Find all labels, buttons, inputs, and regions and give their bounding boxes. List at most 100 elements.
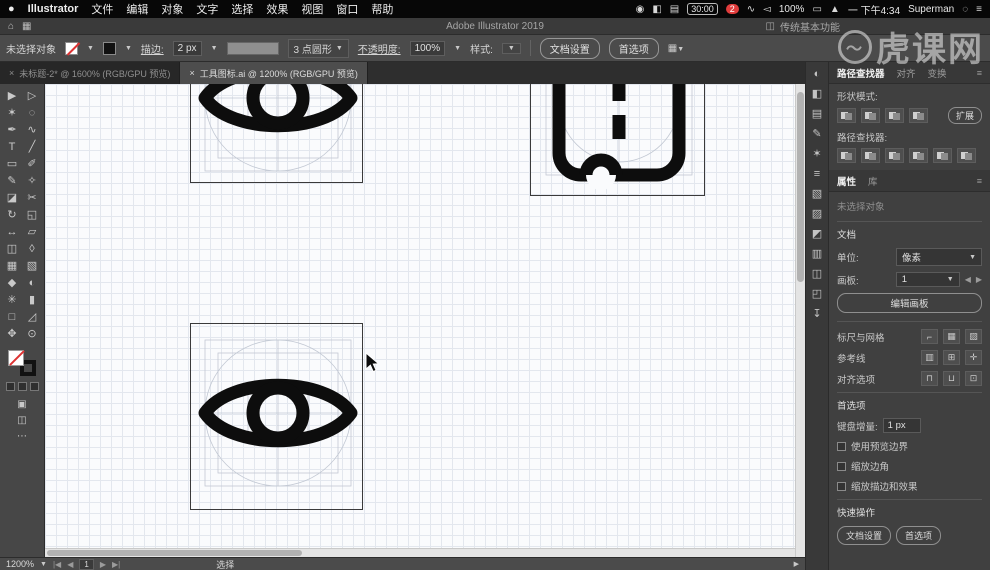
notification-badge[interactable]: 2 — [725, 4, 739, 14]
brushes-panel-icon[interactable]: ✎ — [812, 129, 821, 140]
zoom-level[interactable]: 1200% — [6, 559, 34, 569]
snap-to-grid-button[interactable]: ⊔ — [943, 371, 960, 386]
shape-builder-tool-icon[interactable]: ◫ — [2, 240, 22, 257]
column-graph-tool-icon[interactable]: ▮ — [22, 291, 42, 308]
direct-selection-tool-icon[interactable]: ▷ — [22, 87, 42, 104]
fill-swatch[interactable] — [65, 41, 78, 55]
prev-artboard-icon[interactable]: ◀ — [67, 560, 73, 569]
tab-libraries[interactable]: 库 — [868, 174, 878, 188]
transparency-grid-button[interactable]: ▨ — [965, 329, 982, 344]
workspace-switcher-icon[interactable]: ◫ — [766, 21, 775, 32]
divide-button[interactable] — [837, 148, 856, 163]
lock-guides-button[interactable]: ⊞ — [943, 350, 960, 365]
symbols-panel-icon[interactable]: ✶ — [812, 149, 821, 160]
panel-menu-icon[interactable]: ≡ — [977, 176, 982, 186]
selection-tool-icon[interactable]: ▶ — [2, 87, 22, 104]
slice-tool-icon[interactable]: ◿ — [22, 308, 42, 325]
status-options-icon[interactable]: ▶ — [794, 560, 799, 568]
snap-to-pixel-button[interactable]: ⊓ — [921, 371, 938, 386]
color-guide-panel-icon[interactable]: ◧ — [812, 89, 822, 100]
next-artboard-button[interactable]: ▶ — [976, 275, 982, 284]
panel-menu-icon[interactable]: ≡ — [977, 68, 982, 78]
menubar-clock[interactable]: 一 下午4:34 — [848, 2, 900, 17]
layers-panel-icon[interactable]: ◫ — [812, 269, 822, 280]
expand-button[interactable]: 扩展 — [947, 107, 982, 124]
pen-tool-icon[interactable]: ✒ — [2, 121, 22, 138]
eyedropper-tool-icon[interactable]: ◆ — [2, 274, 22, 291]
document-tab-toolicons[interactable]: × 工具图标.ai @ 1200% (RGB/GPU 预览) — [180, 62, 368, 84]
edit-artboards-button[interactable]: 编辑画板 — [837, 293, 982, 313]
camera-icon[interactable]: ◉ — [636, 4, 645, 15]
draw-normal-icon[interactable]: ▣ — [17, 399, 26, 410]
horizontal-scrollbar-thumb[interactable] — [47, 550, 302, 556]
menu-help[interactable]: 帮助 — [371, 1, 393, 17]
close-tab-icon[interactable]: × — [189, 68, 194, 78]
edit-toolbar-icon[interactable]: ⋯ — [17, 431, 27, 442]
preferences-button[interactable]: 首选项 — [608, 37, 659, 59]
artboard-eye-top[interactable] — [190, 84, 363, 183]
intersect-button[interactable] — [885, 108, 904, 123]
rulers-toggle-button[interactable]: ⌐ — [921, 329, 938, 344]
artboards-panel-icon[interactable]: ◰ — [812, 289, 822, 300]
scissors-tool-icon[interactable]: ✂ — [22, 189, 42, 206]
smart-guides-button[interactable]: ✛ — [965, 350, 982, 365]
opacity-value[interactable]: 100% — [409, 40, 446, 56]
transparency-panel-icon[interactable]: ▨ — [812, 209, 822, 220]
brush-definition-dropdown[interactable]: 3 点圆形 ▼ — [287, 38, 349, 58]
user-name[interactable]: Superman — [908, 4, 954, 15]
first-artboard-icon[interactable]: |◀ — [53, 560, 61, 569]
menu-view[interactable]: 视图 — [301, 1, 323, 17]
fill-proxy[interactable] — [8, 350, 24, 366]
spotlight-icon[interactable]: ◌ — [962, 4, 968, 15]
symbol-sprayer-tool-icon[interactable]: ✳ — [2, 291, 22, 308]
workspace-name[interactable]: 传统基本功能 — [780, 19, 840, 34]
opacity-label[interactable]: 不透明度: — [358, 41, 401, 56]
pencil-tool-icon[interactable]: ✎ — [2, 172, 22, 189]
line-segment-tool-icon[interactable]: ╱ — [22, 138, 42, 155]
recording-timer[interactable]: 30:00 — [687, 3, 718, 15]
hand-tool-icon[interactable]: ✥ — [2, 325, 22, 342]
graphic-styles-panel-icon[interactable]: ▥ — [812, 249, 822, 260]
artboard-dropdown[interactable]: 1 ▼ — [895, 272, 960, 287]
scale-corners-checkbox[interactable] — [837, 461, 846, 471]
tab-align[interactable]: 对齐 — [897, 66, 916, 80]
menu-window[interactable]: 窗口 — [336, 1, 358, 17]
document-tab-untitled[interactable]: × 未标题-2* @ 1600% (RGB/GPU 预览) — [0, 62, 181, 84]
zoom-tool-icon[interactable]: ⊙ — [22, 325, 42, 342]
curvature-tool-icon[interactable]: ∿ — [22, 121, 42, 138]
close-tab-icon[interactable]: × — [9, 68, 14, 78]
color-panel-icon[interactable]: ◐ — [814, 69, 821, 80]
tab-pathfinder[interactable]: 路径查找器 — [837, 66, 885, 80]
document-setup-button[interactable]: 文档设置 — [539, 37, 600, 59]
keyboard-increment-input[interactable]: 1 px — [882, 418, 921, 433]
bluetooth-icon[interactable]: ∿ — [747, 4, 755, 15]
horizontal-scrollbar[interactable] — [45, 548, 795, 557]
volume-icon[interactable]: ◅ — [763, 4, 771, 15]
artboard-ticket[interactable] — [530, 84, 705, 196]
stroke-weight-caret-icon[interactable]: ▼ — [211, 45, 218, 52]
width-tool-icon[interactable]: ↔ — [2, 223, 22, 240]
zoom-caret-icon[interactable]: ▼ — [40, 561, 47, 568]
perspective-grid-tool-icon[interactable]: ◊ — [22, 240, 42, 257]
menu-object[interactable]: 对象 — [161, 1, 183, 17]
swatches-panel-icon[interactable]: ▤ — [812, 109, 822, 120]
trim-button[interactable] — [861, 148, 880, 163]
notification-center-icon[interactable]: ≡ — [976, 4, 982, 15]
gradient-panel-icon[interactable]: ▧ — [812, 189, 822, 200]
stroke-weight-label[interactable]: 描边: — [141, 41, 164, 56]
crop-button[interactable] — [909, 148, 928, 163]
gradient-tool-icon[interactable]: ▧ — [22, 257, 42, 274]
none-button[interactable] — [29, 382, 39, 391]
opacity-caret-icon[interactable]: ▼ — [454, 45, 461, 52]
appearance-panel-icon[interactable]: ◩ — [812, 229, 822, 240]
vertical-scrollbar[interactable] — [795, 84, 805, 557]
minus-back-button[interactable] — [957, 148, 976, 163]
last-artboard-icon[interactable]: ▶| — [112, 560, 120, 569]
stroke-caret-icon[interactable]: ▼ — [125, 45, 132, 52]
screen-mode-icon[interactable]: ◫ — [17, 415, 26, 426]
eraser-tool-icon[interactable]: ◪ — [2, 189, 22, 206]
arrange-documents-icon[interactable]: ▦ — [22, 21, 31, 32]
shaper-tool-icon[interactable]: ✧ — [22, 172, 42, 189]
apple-menu-icon[interactable]: ● — [8, 3, 15, 15]
quick-document-setup-button[interactable]: 文档设置 — [837, 526, 892, 545]
